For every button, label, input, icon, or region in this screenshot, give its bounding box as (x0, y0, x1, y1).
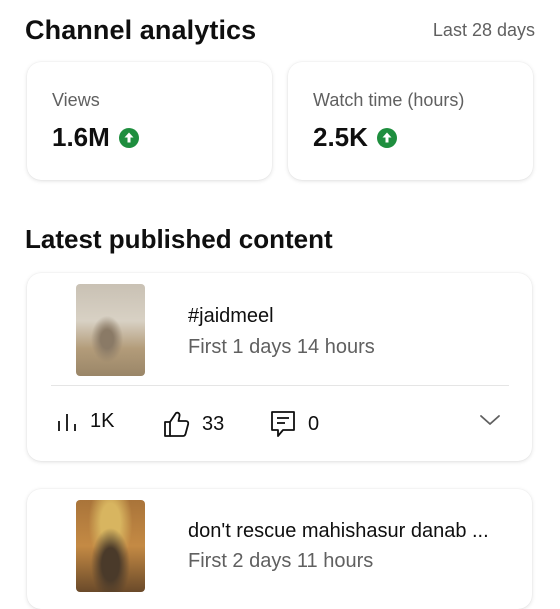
arrow-up-circle-icon (118, 127, 139, 148)
likes-metric: 33 (162, 410, 224, 438)
watch-time-value: 2.5K (313, 122, 368, 152)
thumbs-up-icon (164, 411, 190, 437)
arrow-up-circle-icon (376, 127, 397, 148)
watch-time-card[interactable]: Watch time (hours) 2.5K (288, 62, 533, 180)
header: Channel analytics Last 28 days (25, 12, 535, 48)
date-range[interactable]: Last 28 days (433, 20, 535, 41)
video-title: #jaidmeel (188, 305, 274, 327)
views-count: 1K (90, 410, 115, 432)
views-metric: 1K (56, 410, 114, 433)
video-subtitle: First 1 days 14 hours (188, 336, 375, 358)
comments-metric: 0 (270, 410, 319, 438)
views-row: 1.6M (52, 122, 139, 153)
views-card[interactable]: Views 1.6M (27, 62, 272, 180)
watch-time-label: Watch time (hours) (313, 90, 465, 110)
likes-count: 33 (202, 412, 225, 435)
section-title: Latest published content (25, 224, 333, 254)
comment-icon (271, 411, 295, 437)
watch-time-row: 2.5K (313, 122, 397, 153)
views-value: 1.6M (52, 122, 110, 152)
comments-count: 0 (308, 412, 320, 435)
divider (51, 385, 509, 386)
chevron-down-icon[interactable] (479, 413, 501, 427)
content-card[interactable]: don't rescue mahishasur danab ... First … (27, 489, 532, 609)
video-subtitle: First 2 days 11 hours (188, 550, 374, 572)
content-card[interactable]: #jaidmeel First 1 days 14 hours 1K 33 0 (27, 273, 532, 461)
video-title: don't rescue mahishasur danab ... (188, 520, 489, 542)
page-title: Channel analytics (25, 14, 257, 45)
bar-chart-icon (58, 413, 76, 431)
views-label: Views (52, 90, 100, 110)
video-thumbnail[interactable] (76, 500, 145, 592)
video-thumbnail[interactable] (76, 284, 145, 376)
